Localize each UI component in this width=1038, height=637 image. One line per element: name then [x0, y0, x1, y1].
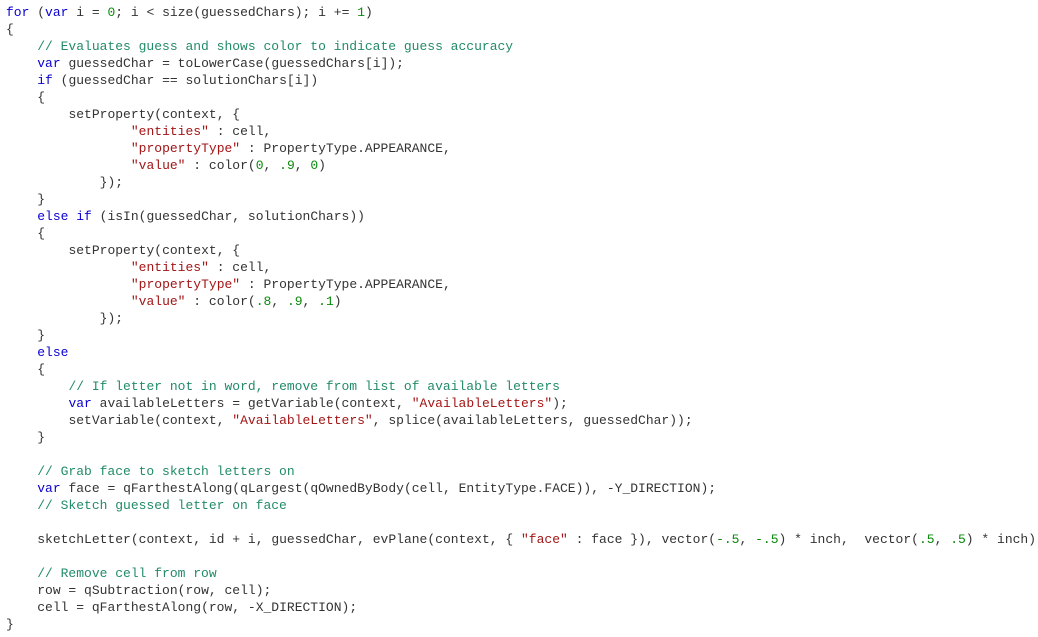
- str-entities: "entities": [131, 124, 209, 139]
- code-block: for (var i = 0; i < size(guessedChars); …: [0, 0, 1038, 637]
- num-0: 0: [107, 5, 115, 20]
- str-value: "value": [131, 158, 186, 173]
- keyword-else: else: [37, 345, 68, 360]
- comment-removecell: // Remove cell from row: [37, 566, 216, 581]
- keyword-elseif: else if: [37, 209, 92, 224]
- comment-sketchletter: // Sketch guessed letter on face: [37, 498, 287, 513]
- keyword-for: for: [6, 5, 29, 20]
- comment-notinword: // If letter not in word, remove from li…: [68, 379, 559, 394]
- str-face: "face": [521, 532, 568, 547]
- keyword-var: var: [45, 5, 68, 20]
- comment-grabface: // Grab face to sketch letters on: [37, 464, 294, 479]
- keyword-if: if: [37, 73, 53, 88]
- ident-i: i: [76, 5, 84, 20]
- str-availletters: "AvailableLetters": [412, 396, 552, 411]
- str-propertytype: "propertyType": [131, 141, 240, 156]
- comment-eval: // Evaluates guess and shows color to in…: [37, 39, 513, 54]
- num-1: 1: [357, 5, 365, 20]
